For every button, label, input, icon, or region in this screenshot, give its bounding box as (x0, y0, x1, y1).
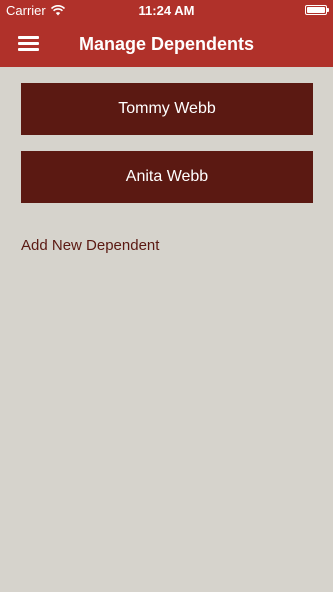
battery-icon (305, 5, 329, 15)
dependent-button-anita-webb[interactable]: Anita Webb (21, 151, 313, 203)
navigation-bar: Manage Dependents (0, 22, 333, 67)
page-title: Manage Dependents (78, 34, 255, 54)
dependents-list: Tommy Webb Anita Webb (21, 83, 313, 219)
add-new-dependent-link[interactable]: Add New Dependent (21, 237, 159, 254)
dependent-button-tommy-webb[interactable]: Tommy Webb (21, 83, 313, 135)
status-time: 11:24 AM (138, 3, 195, 18)
status-bar: Carrier 11:24 AM (0, 0, 333, 22)
